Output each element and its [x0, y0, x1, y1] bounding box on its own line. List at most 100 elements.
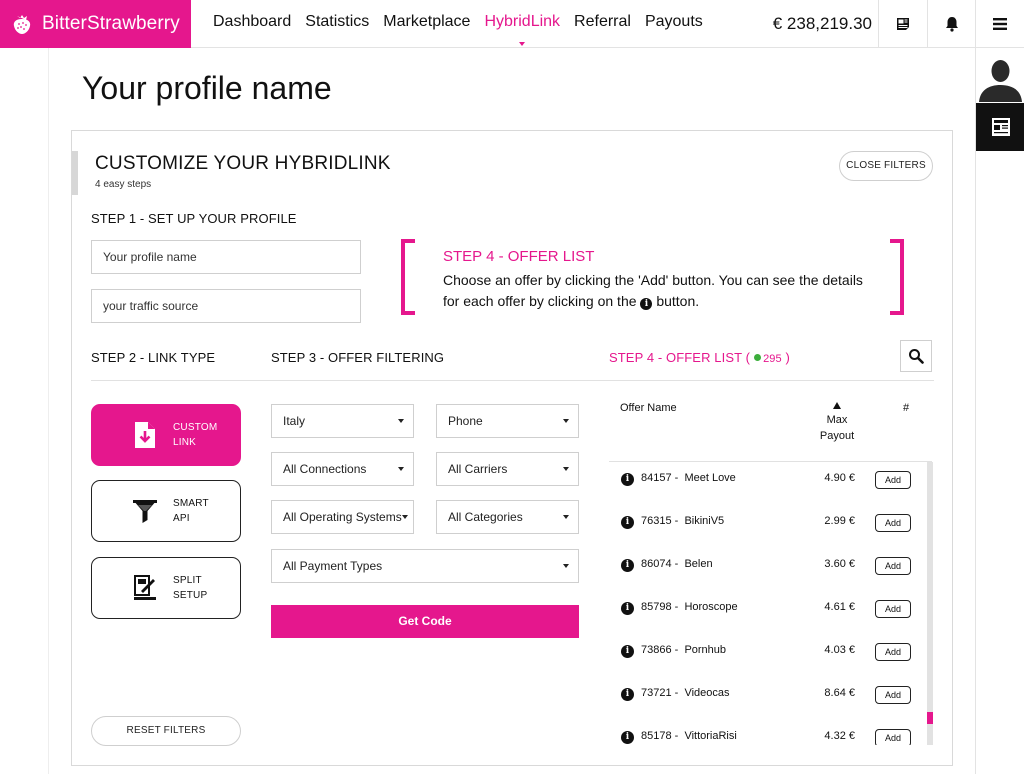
info-icon: i — [640, 298, 653, 310]
offer-name: 73866 - Pornhub — [641, 644, 727, 656]
link-type-custom-line1: CUSTOM — [173, 422, 218, 433]
carriers-select[interactable]: All Carriers — [436, 452, 579, 486]
offer-id: 84157 — [641, 472, 672, 484]
help-title: STEP 4 - OFFER LIST — [443, 248, 595, 265]
payment-types-select[interactable]: All Payment Types — [271, 549, 579, 583]
scrollbar-thumb[interactable] — [927, 712, 933, 724]
link-type-custom-link[interactable]: CUSTOM LINK — [91, 404, 241, 466]
search-icon — [909, 349, 924, 364]
avatar[interactable] — [976, 54, 1024, 102]
info-icon[interactable]: i — [621, 473, 634, 486]
right-rail — [975, 48, 1024, 774]
bell-icon — [945, 17, 958, 32]
menu-button[interactable] — [975, 0, 1024, 48]
link-type-split-label: SPLIT SETUP — [173, 573, 207, 603]
nav-payouts[interactable]: Payouts — [638, 0, 710, 48]
country-select-value: Italy — [283, 414, 306, 428]
link-type-split-line1: SPLIT — [173, 575, 202, 586]
offer-name: 85178 - VittoriaRisi — [641, 730, 737, 742]
profile-name-input[interactable] — [91, 240, 361, 274]
os-select[interactable]: All Operating Systems — [271, 500, 414, 534]
newspaper-icon — [991, 118, 1010, 136]
user-silhouette-icon — [979, 60, 1022, 102]
nav-referral[interactable]: Referral — [567, 0, 638, 48]
info-icon[interactable]: i — [621, 731, 634, 744]
strawberry-icon — [13, 15, 31, 34]
col-max-label: Max — [826, 414, 848, 426]
info-icon[interactable]: i — [621, 602, 634, 615]
offer-title: Belen — [684, 558, 713, 570]
add-offer-button[interactable]: Add — [875, 471, 911, 489]
online-dot-icon — [754, 354, 762, 361]
categories-select-value: All Categories — [448, 510, 523, 524]
split-setup-icon — [132, 573, 158, 603]
link-type-custom-label: CUSTOM LINK — [173, 420, 217, 450]
chevron-down-icon — [563, 515, 569, 519]
offer-title: Horoscope — [684, 601, 738, 613]
offer-count-close: ) — [785, 350, 790, 365]
hybridlink-card: CUSTOMIZE YOUR HYBRIDLINK 4 easy steps C… — [71, 130, 953, 766]
notifications-button[interactable] — [927, 0, 975, 48]
link-type-split-setup[interactable]: SPLIT SETUP — [91, 557, 241, 619]
add-offer-button[interactable]: Add — [875, 686, 911, 704]
add-offer-button[interactable]: Add — [875, 643, 911, 661]
add-offer-button[interactable]: Add — [875, 729, 911, 745]
traffic-source-input[interactable] — [91, 289, 361, 323]
account-balance: € 238,219.30 — [772, 14, 872, 33]
offer-name: 86074 - Belen — [641, 558, 713, 570]
nav-hybridlink[interactable]: HybridLink — [477, 0, 567, 48]
add-offer-button[interactable]: Add — [875, 600, 911, 618]
offer-search-button[interactable] — [900, 340, 932, 372]
brand-logo-link[interactable]: BitterStrawberry — [0, 0, 191, 48]
reset-filters-button[interactable]: RESET FILTERS — [91, 716, 241, 746]
info-icon[interactable]: i — [621, 645, 634, 658]
news-button[interactable] — [878, 0, 926, 48]
offer-name: 73721 - Videocas — [641, 687, 730, 699]
col-hash: # — [903, 402, 910, 414]
chevron-down-icon — [563, 467, 569, 471]
offer-list-scrollbar[interactable] — [927, 462, 933, 745]
close-filters-button[interactable]: CLOSE FILTERS — [839, 151, 933, 181]
add-offer-button[interactable]: Add — [875, 557, 911, 575]
nav-statistics[interactable]: Statistics — [298, 0, 376, 48]
offer-payout: 4.03 € — [824, 644, 855, 656]
info-icon[interactable]: i — [621, 516, 634, 529]
news-icon — [896, 18, 909, 30]
col-max-payout[interactable]: Max Payout — [812, 402, 862, 444]
chevron-down-icon — [398, 419, 404, 423]
col-offer-name[interactable]: Offer Name — [620, 402, 677, 414]
offer-name: 84157 - Meet Love — [641, 472, 736, 484]
info-icon[interactable]: i — [621, 559, 634, 572]
nav-marketplace[interactable]: Marketplace — [376, 0, 477, 48]
add-offer-button[interactable]: Add — [875, 514, 911, 532]
link-type-smart-api[interactable]: SMART API — [91, 480, 241, 542]
offer-payout: 4.32 € — [824, 730, 855, 742]
chevron-down-icon — [398, 467, 404, 471]
offer-count: 295 — [763, 353, 782, 365]
help-text-after: button. — [656, 293, 700, 309]
get-code-button[interactable]: Get Code — [271, 605, 579, 638]
nav-dashboard[interactable]: Dashboard — [206, 0, 298, 48]
info-icon[interactable]: i — [621, 688, 634, 701]
step4-label: STEP 4 - OFFER LIST (295 ) — [609, 350, 790, 365]
offer-name: 85798 - Horoscope — [641, 601, 738, 613]
col-payout-label: Payout — [819, 430, 855, 442]
offer-id: 73721 — [641, 687, 672, 699]
chevron-down-icon — [563, 564, 569, 568]
offer-id: 73866 — [641, 644, 672, 656]
offer-id: 76315 — [641, 515, 672, 527]
offer-list: i 84157 - Meet Love 4.90 € Add i 76315 -… — [609, 462, 927, 745]
table-row: i 73866 - Pornhub 4.03 € Add — [609, 634, 927, 677]
page-title: Your profile name — [82, 70, 332, 106]
device-select[interactable]: Phone — [436, 404, 579, 438]
categories-select[interactable]: All Categories — [436, 500, 579, 534]
funnel-icon — [132, 496, 158, 526]
card-accent — [72, 151, 78, 195]
country-select[interactable]: Italy — [271, 404, 414, 438]
offer-title: Pornhub — [684, 644, 727, 656]
news-panel-button[interactable] — [976, 103, 1024, 151]
link-type-smart-line2: API — [173, 513, 190, 524]
os-select-value: All Operating Systems — [283, 510, 402, 524]
connections-select[interactable]: All Connections — [271, 452, 414, 486]
offer-title: Videocas — [684, 687, 730, 699]
